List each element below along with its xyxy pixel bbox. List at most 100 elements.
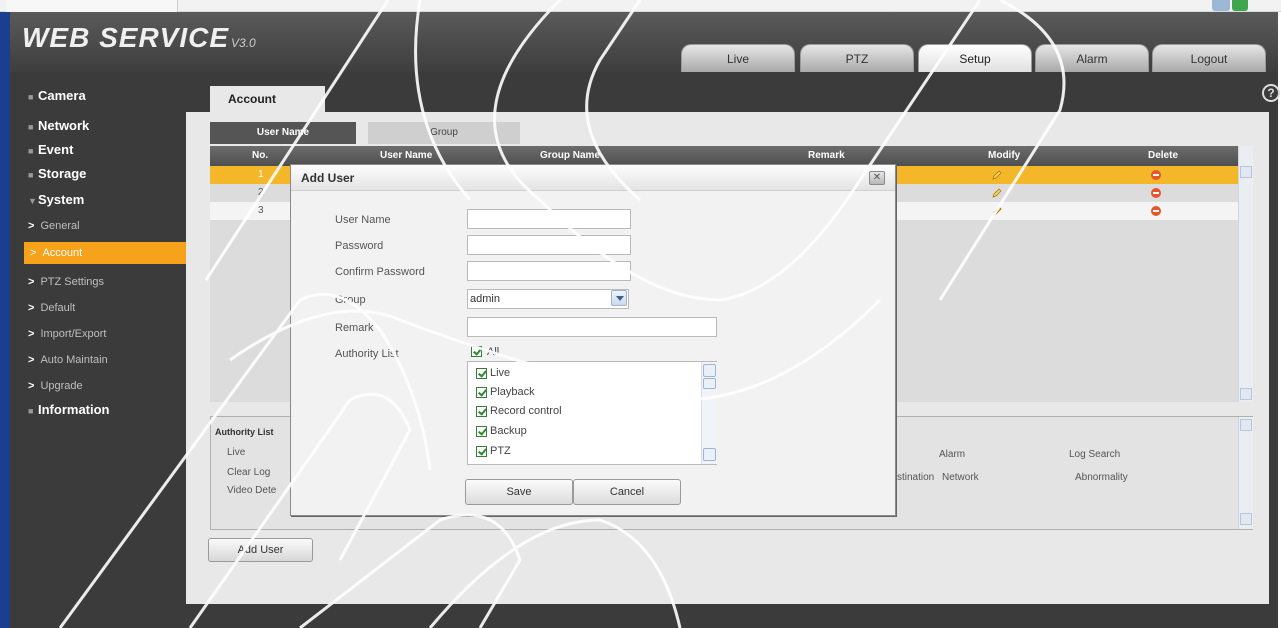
authority-item: Live [227,447,246,458]
checkbox-all-label: All [487,346,500,358]
sidebar-subitem-general[interactable]: > General [28,216,80,236]
bullet-icon: ■ [28,92,34,102]
scroll-down-icon[interactable] [1240,388,1252,400]
authority-option-label: Backup [490,425,527,437]
delete-icon[interactable] [1151,188,1161,198]
checkbox-playback[interactable] [476,387,487,398]
sidebar-item-network[interactable]: ■ Network [28,116,89,136]
column-header-group-name: Group Name [540,150,601,161]
screen: WEB SERVICE V3.0 Live PTZ Setup Alarm Log… [0,0,1281,628]
authority-option-label: Record control [490,405,562,417]
authority-panel-scrollbar[interactable] [1238,417,1253,529]
sidebar-item-system[interactable]: ▼System [28,190,84,210]
remark-label: Remark [335,322,374,334]
sidebar-item-storage[interactable]: ■ Storage [28,164,86,184]
group-select[interactable]: admin [467,289,629,309]
authority-item: stination [897,472,935,483]
authority-option-label: Live [490,367,511,379]
checkbox-all[interactable] [471,346,482,357]
dialog-title: Add User [301,171,355,185]
column-header-user-name: User Name [380,150,433,161]
column-header-remark: Remark [808,150,845,161]
delete-icon[interactable] [1151,170,1161,180]
checkbox-ptz[interactable] [476,446,487,457]
sidebar-subitem-label: PTZ Settings [40,276,105,288]
pencil-icon[interactable] [991,169,1003,181]
authority-item: Abnormality [1075,472,1128,483]
save-button[interactable]: Save [465,479,573,505]
chevron-right-icon: > [28,354,35,366]
scroll-up-icon[interactable] [703,364,716,377]
bullet-icon: ■ [28,146,34,156]
tab-user-name[interactable]: User Name [210,122,356,144]
browser-tab-strip [6,0,178,12]
nav-tab-alarm[interactable]: Alarm [1035,44,1149,72]
password-label: Password [335,240,384,252]
authority-panel-title: Authority List [215,427,274,437]
sidebar-item-label: Storage [38,166,87,181]
column-header-delete: Delete [1148,150,1179,161]
table-header: No. User Name Group Name Remark Modify D… [210,146,1238,166]
group-select-value: admin [470,293,500,305]
sidebar-item-label: Event [38,142,74,157]
app-logo: WEB SERVICE V3.0 [22,22,256,54]
expand-icon: ▼ [28,196,37,206]
nav-tab-ptz[interactable]: PTZ [800,44,914,72]
chevron-right-icon: > [28,328,35,340]
scroll-up-icon[interactable] [1240,166,1252,178]
chevron-right-icon: > [28,276,35,288]
checkbox-live[interactable] [476,368,487,379]
pencil-icon[interactable] [991,187,1003,199]
password-field[interactable] [467,235,631,255]
sidebar-item-event[interactable]: ■ Event [28,140,73,160]
sidebar-subitem-auto-maintain[interactable]: > Auto Maintain [28,350,108,370]
user-name-label: User Name [335,214,391,226]
sidebar-item-label: Information [38,402,110,417]
sidebar-item-information[interactable]: ■ Information [28,400,110,420]
sidebar-subitem-ptz-settings[interactable]: > PTZ Settings [28,272,104,292]
scroll-down-icon[interactable] [703,448,716,461]
sidebar-subitem-default[interactable]: > Default [28,298,75,318]
window-left-frame [0,12,10,628]
table-scrollbar[interactable] [1238,146,1253,402]
sidebar-subitem-label: Import/Export [40,328,107,340]
scroll-up-icon[interactable] [1240,419,1252,431]
nav-tab-live[interactable]: Live [681,44,795,72]
sidebar-subitem-import-export[interactable]: > Import/Export [28,324,106,344]
checkbox-backup[interactable] [476,426,487,437]
remark-field[interactable] [467,317,717,337]
sidebar-subitem-upgrade[interactable]: > Upgrade [28,376,83,396]
nav-tab-logout[interactable]: Logout [1152,44,1266,72]
chevron-down-icon[interactable] [611,290,627,306]
help-icon[interactable]: ? [1262,84,1280,102]
sidebar-item-label: System [38,192,85,207]
logo-text: WEB SERVICE [22,22,230,53]
close-icon[interactable]: ✕ [869,171,885,185]
dialog-title-bar[interactable]: Add User ✕ [291,165,895,191]
column-header-modify: Modify [988,150,1021,161]
nav-tab-setup[interactable]: Setup [918,44,1032,72]
tab-group[interactable]: Group [368,122,520,144]
page-tab-account[interactable]: Account [210,86,325,112]
delete-icon[interactable] [1151,206,1161,216]
bullet-icon: ■ [28,406,34,416]
authority-list-box: Live Playback Record control Backup PTZ [467,361,717,465]
sidebar-subitem-label: Upgrade [40,380,83,392]
checkbox-record-control[interactable] [476,406,487,417]
cell-no: 2 [258,187,264,198]
pencil-icon[interactable] [991,205,1003,217]
sidebar-subitem-label: Account [42,247,83,259]
confirm-password-field[interactable] [467,261,631,281]
authority-item: Log Search [1069,449,1121,460]
cell-no: 1 [258,169,264,180]
authority-list-scrollbar[interactable] [701,362,717,464]
sidebar-subitem-account[interactable]: > Account [24,242,190,264]
sidebar-item-camera[interactable]: ■ Camera [28,86,86,106]
scroll-down-icon[interactable] [1240,513,1252,525]
user-name-field[interactable] [467,209,631,229]
scroll-thumb[interactable] [703,378,716,389]
bullet-icon: ■ [28,170,34,180]
cancel-button[interactable]: Cancel [573,479,681,505]
add-user-button[interactable]: Add User [208,538,313,562]
authority-option-label: Playback [490,386,535,398]
